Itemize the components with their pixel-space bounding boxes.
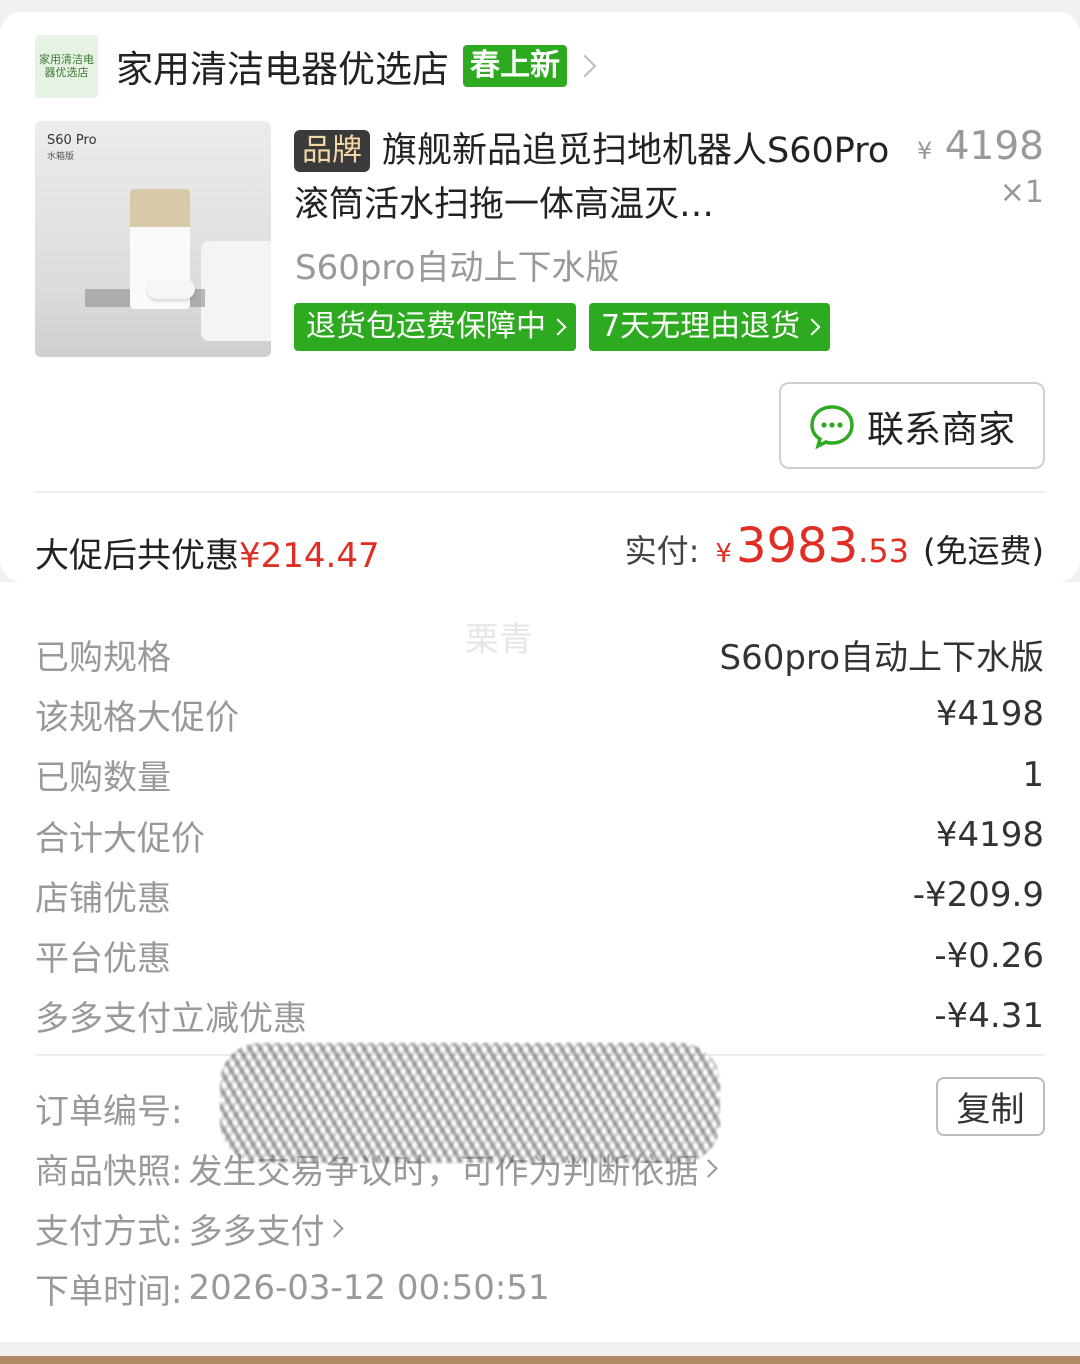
- tag-label: 7天无理由退货: [601, 309, 801, 344]
- shop-badge: 春上新: [463, 45, 567, 87]
- order-time-label: 下单时间:: [35, 1271, 183, 1312]
- discount-value: ¥214.47: [239, 536, 380, 576]
- service-tags: 退货包运费保障中 7天无理由退货: [294, 303, 831, 351]
- product-image[interactable]: S60 Pro 水箱版: [35, 121, 271, 357]
- unit-price-symbol: ¥: [917, 137, 933, 165]
- chevron-right-icon: [699, 1158, 719, 1178]
- detail-key: 已购数量: [35, 758, 171, 799]
- paid-decimal: .53: [858, 532, 910, 570]
- copy-button[interactable]: 复制: [936, 1077, 1045, 1136]
- product-variant: S60pro自动上下水版: [295, 248, 620, 288]
- payment-method-row[interactable]: 支付方式: 多多支付: [35, 1198, 715, 1258]
- shop-name[interactable]: 家用清洁电器优选店: [116, 39, 449, 93]
- detail-key: 已购规格: [35, 637, 171, 678]
- detail-row: 已购数量 1: [35, 745, 1044, 805]
- contact-seller-label: 联系商家: [867, 407, 1015, 451]
- detail-key: 店铺优惠: [35, 878, 171, 919]
- robot-shape: [147, 279, 195, 299]
- detail-key: 平台优惠: [35, 939, 171, 980]
- discount-label: 大促后共优惠: [35, 536, 239, 576]
- order-time-value: 2026-03-12 00:50:51: [188, 1268, 550, 1308]
- tag-label: 退货包运费保障中: [306, 309, 546, 344]
- tag-return-shipping[interactable]: 退货包运费保障中: [294, 303, 576, 351]
- total-discount: 大促后共优惠¥214.47: [35, 528, 380, 577]
- snapshot-label: 商品快照:: [35, 1151, 183, 1192]
- bottom-strip: [0, 1356, 1080, 1364]
- payment-method-label: 支付方式:: [35, 1211, 183, 1252]
- detail-key: 该规格大促价: [35, 697, 239, 738]
- shop-logo: 家用清洁电器优选店: [35, 34, 98, 98]
- unit-price-value: 4198: [944, 124, 1044, 169]
- price-details: 已购规格 S60pro自动上下水版 该规格大促价 ¥4198 已购数量 1 合计大促价…: [35, 624, 1044, 1046]
- paid-label: 实付:: [624, 532, 700, 570]
- shop-header[interactable]: 家用清洁电器优选店 家用清洁电器优选店 春上新: [35, 34, 597, 98]
- detail-row: 平台优惠 -¥0.26: [35, 925, 1044, 985]
- sofa-shape: [201, 241, 271, 341]
- chevron-right-icon[interactable]: [573, 54, 597, 78]
- detail-value: 1: [1022, 754, 1044, 795]
- product-image-subtitle: 水箱版: [47, 152, 75, 162]
- detail-row: 该规格大促价 ¥4198: [35, 684, 1044, 744]
- redaction-scribble: [220, 1043, 720, 1163]
- detail-value: -¥4.31: [934, 995, 1044, 1036]
- order-time-row: 下单时间: 2026-03-12 00:50:51: [35, 1258, 715, 1318]
- detail-key: 多多支付立减优惠: [35, 999, 307, 1040]
- product-title[interactable]: 品牌 旗舰新品追觅扫地机器人S60Pro滚筒活水扫拖一体高温灭…: [294, 124, 894, 232]
- detail-row: 店铺优惠 -¥209.9: [35, 865, 1044, 925]
- product-title-text: 旗舰新品追觅扫地机器人S60Pro滚筒活水扫拖一体高温灭…: [294, 131, 890, 225]
- tank-shape: [130, 189, 190, 227]
- shipping-note: (免运费): [923, 532, 1044, 570]
- paid-integer: 3983: [735, 518, 859, 574]
- chevron-right-icon: [803, 318, 821, 336]
- detail-value: S60pro自动上下水版: [719, 637, 1044, 678]
- detail-key: 合计大促价: [35, 818, 205, 859]
- chat-icon: [810, 404, 854, 449]
- contact-seller-button[interactable]: 联系商家: [779, 382, 1045, 469]
- order-number-label: 订单编号:: [35, 1091, 183, 1132]
- unit-price: ¥ 4198: [917, 124, 1044, 169]
- detail-value: -¥209.9: [912, 875, 1044, 916]
- detail-value: ¥4198: [935, 815, 1044, 856]
- divider: [35, 491, 1045, 493]
- detail-value: -¥0.26: [934, 935, 1044, 976]
- chevron-right-icon: [325, 1218, 345, 1238]
- payment-method-value: 多多支付: [188, 1211, 325, 1252]
- detail-row: 已购规格 S60pro自动上下水版: [35, 624, 1044, 684]
- detail-row: 多多支付立减优惠 -¥4.31: [35, 986, 1044, 1046]
- quantity: ×1: [999, 175, 1044, 210]
- paid-symbol: ¥: [715, 539, 732, 569]
- paid-amount: 实付: ¥ 3983 .53 (免运费): [625, 518, 1044, 574]
- brand-tag: 品牌: [294, 130, 370, 172]
- product-image-title: S60 Pro: [47, 133, 97, 148]
- detail-value: ¥4198: [935, 694, 1044, 735]
- chevron-right-icon: [549, 318, 567, 336]
- detail-row: 合计大促价 ¥4198: [35, 805, 1044, 865]
- tag-7day-return[interactable]: 7天无理由退货: [589, 303, 831, 351]
